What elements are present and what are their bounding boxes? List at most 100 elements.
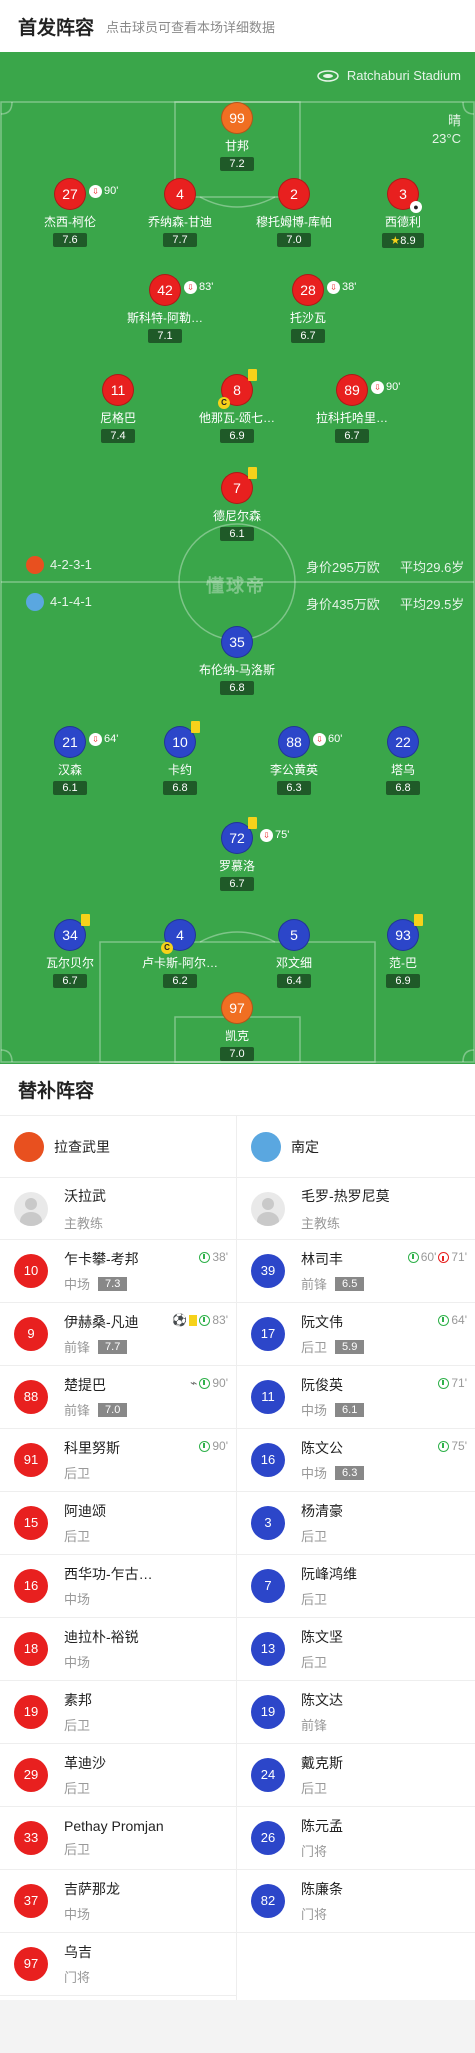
away-player-4[interactable]: 88 ⇩ 60' 李公黄英 6.3 (234, 726, 354, 796)
sub-player-name: 革迪沙 (64, 1755, 106, 1771)
weather-info: 晴 23°C (432, 112, 461, 148)
sub-player-number: 29 (14, 1758, 48, 1792)
sub-player-row[interactable]: 18 迪拉朴-裕锐 中场 (0, 1618, 236, 1681)
sub-player-position: 门将 (301, 1844, 328, 1859)
away-player-5[interactable]: 22 塔乌 6.8 (343, 726, 463, 796)
sub-out-event: ⇩ 90' (89, 176, 118, 206)
home-player-3[interactable]: 4 乔纳森-甘迪 7.7 (120, 178, 240, 248)
sub-player-row[interactable]: 29 革迪沙 后卫 (0, 1744, 236, 1807)
sub-out-icon: ⇩ (260, 828, 273, 842)
sub-event: 75' (438, 1439, 467, 1453)
sub-player-name: 陈文坚 (301, 1629, 343, 1645)
player-number: 2 (278, 178, 310, 210)
sub-player-row[interactable]: 26 陈元孟 门将 (237, 1807, 475, 1870)
home-player-4[interactable]: 2 穆托姆博-库帕 7.0 (234, 178, 354, 248)
sub-player-row[interactable]: 3 杨清豪 后卫 (237, 1492, 475, 1555)
player-name: 邓文细 (275, 956, 312, 970)
sub-player-row[interactable]: 7 阮峰鸿维 后卫 (237, 1555, 475, 1618)
sub-player-row[interactable]: 9 伊赫桑-凡迪 前锋 7.7 ⚽ 83' (0, 1303, 236, 1366)
sub-player-row[interactable]: 24 戴克斯 后卫 (237, 1744, 475, 1807)
sub-player-rating: 7.0 (98, 1402, 128, 1417)
away-formation: 4-1-4-1 (50, 594, 92, 609)
sub-player-row[interactable]: 88 楚提巴 前锋 7.0 ⌁ 90' (0, 1366, 236, 1429)
sub-event: ⌁ 90' (190, 1376, 228, 1390)
sub-player-row[interactable]: 19 陈文达 前锋 (237, 1681, 475, 1744)
sub-player-number: 16 (251, 1443, 285, 1477)
assist-boot-icon: ⌁ (190, 1376, 198, 1390)
sub-player-row[interactable]: 19 素邦 后卫 (0, 1681, 236, 1744)
player-number: 11 (102, 374, 134, 406)
player-number: 4 (176, 927, 184, 943)
away-player-7[interactable]: 34 瓦尔贝尔 6.7 (10, 914, 130, 989)
sub-player-row[interactable]: 91 科里努斯 后卫 90' (0, 1429, 236, 1492)
sub-player-row[interactable]: 13 陈文坚 后卫 (237, 1618, 475, 1681)
away-player-10[interactable]: 93 范-巴 6.9 (343, 914, 463, 989)
sub-player-name: 吉萨那龙 (64, 1881, 120, 1897)
subs-section: 拉查武里 沃拉武 主教练 10 乍卡攀-考邦 中场 7.3 38' 9 伊赫桑-凡迪 前锋 7.… (0, 1116, 475, 2000)
away-value: 身价435万欧 (306, 597, 380, 612)
sub-player-number: 82 (251, 1884, 285, 1918)
sub-player-row[interactable]: 10 乍卡攀-考邦 中场 7.3 38' (0, 1240, 236, 1303)
home-player-11[interactable]: 7 德尼尔森 6.1 (177, 467, 297, 542)
home-player-1[interactable]: 99 甘邦 7.2 (177, 102, 297, 172)
sub-player-row[interactable]: 97 乌吉 门将 (0, 1933, 236, 1996)
away-player-3[interactable]: 10 卡约 6.8 (120, 721, 240, 796)
sub-player-row[interactable]: 17 阮文伟 后卫 5.9 64' (237, 1303, 475, 1366)
player-name: 托沙瓦 (289, 311, 326, 325)
player-name: 李公黄英 (269, 763, 318, 777)
away-player-2[interactable]: 21 ⇩ 64' 汉森 6.1 (10, 726, 130, 796)
sub-out-event: ⇩ 60' (313, 724, 342, 754)
sub-player-name: 陈元孟 (301, 1818, 343, 1834)
away-player-6[interactable]: 72 ⇩ 75' 罗慕洛 6.7 (177, 817, 297, 892)
home-formation: 4-2-3-1 (50, 557, 92, 572)
sub-player-position: 门将 (301, 1907, 328, 1922)
coach-name: 毛罗-热罗尼莫 (301, 1187, 390, 1204)
away-player-1[interactable]: 35 布伦纳-马洛斯 6.8 (177, 626, 297, 696)
player-name: 汉森 (57, 763, 82, 777)
sub-player-row[interactable]: 11 阮俊英 中场 6.1 71' (237, 1366, 475, 1429)
sub-player-row[interactable]: 16 西华功-乍古… 中场 (0, 1555, 236, 1618)
home-coach[interactable]: 沃拉武 主教练 (0, 1178, 236, 1240)
home-player-6[interactable]: 42 ⇩ 83' 斯科特-阿勒… 7.1 (105, 274, 225, 344)
sub-player-number: 13 (251, 1632, 285, 1666)
sub-out-icon: ⇩ (89, 184, 102, 198)
away-team-info: 4-1-4-1 身价435万欧 平均29.5岁 (0, 589, 475, 615)
sub-player-number: 3 (251, 1506, 285, 1540)
sub-player-row[interactable]: 15 阿迪颂 后卫 (0, 1492, 236, 1555)
home-player-5[interactable]: 3 ● 西德利 ★8.9 (343, 178, 463, 249)
away-coach[interactable]: 毛罗-热罗尼莫 主教练 (237, 1178, 475, 1240)
sub-player-number: 19 (14, 1695, 48, 1729)
home-player-9[interactable]: 8C 他那瓦-颂七… 6.9 (177, 369, 297, 444)
home-player-7[interactable]: 28 ⇩ 38' 托沙瓦 6.7 (248, 274, 368, 344)
sub-out-event: ⇩ 64' (89, 724, 118, 754)
player-rating: 6.8 (386, 781, 420, 795)
home-player-10[interactable]: 89 ⇩ 90' 拉科托哈里… 6.7 (292, 374, 412, 444)
sub-in-icon (407, 1251, 419, 1263)
away-player-8[interactable]: 4C 卢卡斯-阿尔… 6.2 (120, 919, 240, 989)
sub-player-rating: 7.3 (98, 1276, 128, 1291)
away-player-11[interactable]: 97 凯克 7.0 (177, 992, 297, 1062)
sub-player-row[interactable]: 16 陈文公 中场 6.3 75' (237, 1429, 475, 1492)
player-name: 他那瓦-颂七… (199, 411, 275, 425)
sub-player-row[interactable]: 37 吉萨那龙 中场 (0, 1870, 236, 1933)
player-name: 杰西-柯伦 (44, 215, 96, 229)
yellow-card-icon (248, 817, 257, 829)
player-name: 乔纳森-甘迪 (148, 215, 212, 229)
sub-player-position: 门将 (64, 1970, 91, 1985)
sub-player-position: 后卫 (64, 1842, 91, 1857)
sub-player-name: 陈文公 (301, 1440, 343, 1456)
weather-text: 晴 (447, 113, 461, 128)
sub-player-number: 97 (14, 1947, 48, 1981)
sub-player-row[interactable]: 39 林司丰 前锋 6.5 60' 71' (237, 1240, 475, 1303)
player-name: 卢卡斯-阿尔… (142, 956, 218, 970)
player-rating: 6.1 (220, 527, 254, 541)
coach-role: 主教练 (64, 1215, 104, 1231)
sub-player-name: Pethay Promjan (64, 1818, 164, 1834)
away-player-9[interactable]: 5 邓文细 6.4 (234, 919, 354, 989)
sub-player-position: 前锋 (64, 1340, 91, 1355)
home-player-8[interactable]: 11 尼格巴 7.4 (58, 374, 178, 444)
sub-player-row[interactable]: 33 Pethay Promjan 后卫 (0, 1807, 236, 1870)
home-player-2[interactable]: 27 ⇩ 90' 杰西-柯伦 7.6 (10, 178, 130, 248)
player-name: 斯科特-阿勒… (127, 311, 203, 325)
sub-player-row[interactable]: 82 陈廉条 门将 (237, 1870, 475, 1933)
